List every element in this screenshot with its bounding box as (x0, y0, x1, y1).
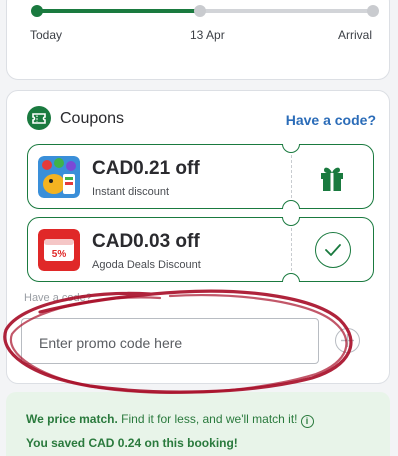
plus-icon (341, 334, 354, 347)
coupon-instant-discount[interactable]: CAD0.21 off Instant discount (27, 144, 374, 209)
price-match-text: We price match. Find it for less, and we… (26, 412, 314, 428)
price-match-body: Find it for less, and we'll match it! (117, 412, 298, 426)
coupon-applied-check[interactable] (315, 232, 351, 268)
timeline-label-date: 13 Apr (190, 28, 225, 42)
timeline-label-today: Today (30, 28, 63, 42)
add-promo-button[interactable] (335, 328, 360, 353)
price-match-headline: We price match. (26, 412, 118, 426)
coupon-label: Instant discount (92, 186, 170, 198)
savings-text: You saved CAD 0.24 on this booking! (26, 436, 238, 450)
timeline-dot-13apr (194, 5, 206, 17)
price-match-banner: We price match. Find it for less, and we… (6, 392, 390, 456)
gift-icon[interactable] (318, 164, 346, 192)
promo-code-input[interactable]: Enter promo code here (21, 318, 319, 364)
timeline-bar (31, 5, 379, 17)
coupon-ticket-icon (27, 106, 51, 130)
check-icon (325, 244, 341, 256)
agoda-deals-logo: 5% (38, 229, 80, 271)
timeline-dot-today (31, 5, 43, 17)
coupon-amount: CAD0.21 off (92, 158, 200, 179)
coupons-title: Coupons (60, 110, 125, 127)
booking-timeline-card: Today 13 Apr Arrival (6, 0, 390, 80)
timeline-label-arrival: Arrival (337, 28, 372, 42)
agoda-deals-logo-text: 5% (52, 249, 67, 260)
coupon-agoda-deals[interactable]: 5% CAD0.03 off Agoda Deals Discount (27, 217, 374, 282)
coupon-amount: CAD0.03 off (92, 231, 200, 252)
have-a-code-label: Have a code? (24, 292, 92, 304)
have-a-code-link[interactable]: Have a code? (286, 112, 376, 128)
timeline-dot-arrival (367, 5, 379, 17)
promo-code-placeholder: Enter promo code here (39, 335, 183, 351)
instant-discount-logo (38, 156, 80, 198)
timeline-progress (37, 9, 202, 13)
info-icon[interactable]: i (300, 415, 314, 428)
coupon-label: Agoda Deals Discount (92, 259, 201, 271)
